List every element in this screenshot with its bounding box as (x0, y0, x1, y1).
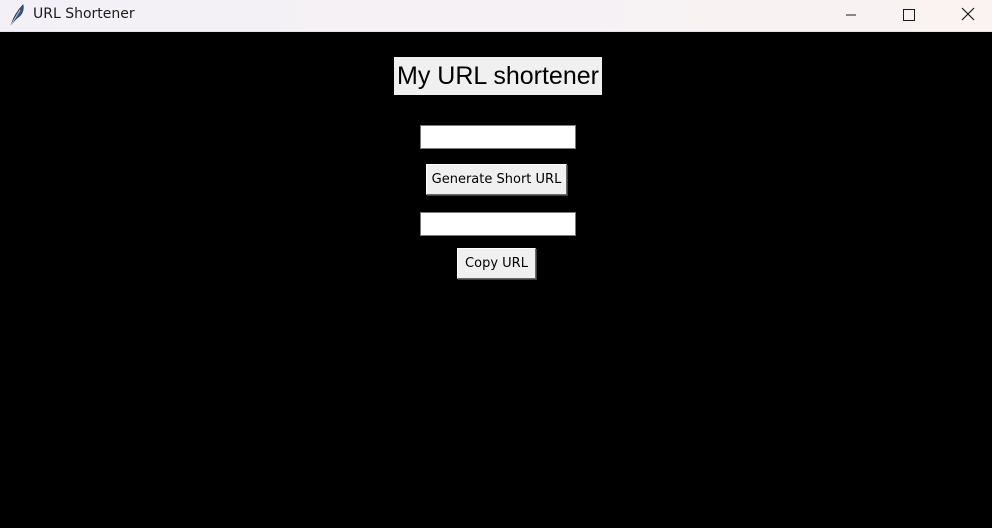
main-area: My URL shortener Generate Short URL Copy… (0, 33, 992, 528)
url-input[interactable] (420, 125, 576, 149)
minimize-icon (845, 6, 857, 25)
feather-icon (8, 4, 26, 26)
generate-short-url-button[interactable]: Generate Short URL (426, 164, 567, 195)
app-window: URL Shortener My URL shortener Generate … (0, 0, 992, 528)
short-url-output[interactable] (420, 212, 576, 236)
window-title: URL Shortener (33, 6, 135, 22)
copy-url-button[interactable]: Copy URL (457, 248, 536, 279)
close-icon (961, 6, 975, 25)
minimize-button[interactable] (828, 0, 874, 31)
title-bar[interactable]: URL Shortener (0, 0, 992, 32)
close-button[interactable] (945, 0, 991, 31)
maximize-button[interactable] (886, 0, 932, 31)
maximize-icon (903, 6, 915, 25)
page-title: My URL shortener (394, 57, 602, 95)
